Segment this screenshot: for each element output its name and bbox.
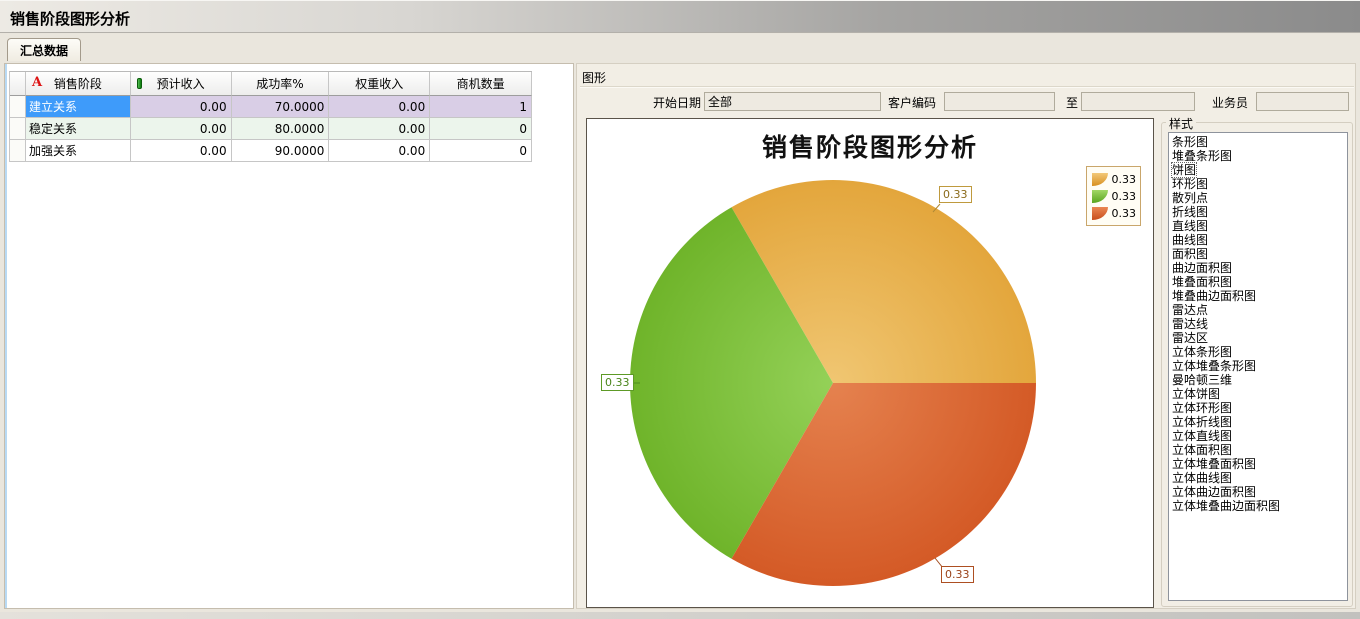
style-option[interactable]: 环形图 xyxy=(1172,177,1346,191)
legend-swatch-green-icon xyxy=(1092,190,1108,203)
style-option[interactable]: 雷达区 xyxy=(1172,331,1346,345)
chart-style-list[interactable]: 条形图 堆叠条形图 饼图 环形图 散列点 折线图 直线图 曲线图 面积图 曲边面… xyxy=(1168,132,1348,601)
legend-swatch-orange-icon xyxy=(1092,173,1108,186)
start-date-input[interactable] xyxy=(704,92,881,111)
column-header-stage[interactable]: A 销售阶段 xyxy=(26,72,131,96)
to-label: 至 xyxy=(1066,94,1078,111)
style-option[interactable]: 曼哈顿三维 xyxy=(1172,373,1346,387)
customer-code-label: 客户编码 xyxy=(888,94,936,111)
style-option[interactable]: 曲边面积图 xyxy=(1172,261,1346,275)
style-option[interactable]: 立体堆叠条形图 xyxy=(1172,359,1346,373)
expected-cell[interactable]: 0.00 xyxy=(131,118,232,140)
style-option[interactable]: 条形图 xyxy=(1172,135,1346,149)
style-option[interactable]: 立体折线图 xyxy=(1172,415,1346,429)
legend-entry: 0.33 xyxy=(1092,205,1136,222)
style-groupbox: 样式 条形图 堆叠条形图 饼图 环形图 散列点 折线图 直线图 曲线图 面积图 … xyxy=(1161,122,1353,607)
count-cell[interactable]: 0 xyxy=(430,118,532,140)
tab-strip: 汇总数据 xyxy=(0,34,1360,61)
graph-panel-caption: 图形 xyxy=(580,67,1354,87)
table-row[interactable]: 加强关系 0.00 90.0000 0.00 0 xyxy=(10,140,532,162)
style-option[interactable]: 雷达点 xyxy=(1172,303,1346,317)
tab-summary-data[interactable]: 汇总数据 xyxy=(7,38,81,61)
bottom-strip xyxy=(0,612,1360,619)
chart-legend: 0.33 0.33 0.33 xyxy=(1086,166,1141,226)
start-date-label: 开始日期 xyxy=(617,94,701,111)
legend-value: 0.33 xyxy=(1112,207,1137,220)
count-cell[interactable]: 1 xyxy=(430,96,532,118)
column-header-expected[interactable]: 预计收入 xyxy=(131,72,232,96)
style-option[interactable]: 立体曲线图 xyxy=(1172,471,1346,485)
stage-cell[interactable]: 稳定关系 xyxy=(26,118,131,140)
style-option[interactable]: 立体堆叠面积图 xyxy=(1172,457,1346,471)
row-selector-header xyxy=(10,72,26,96)
legend-value: 0.33 xyxy=(1112,173,1137,186)
customer-code-input[interactable] xyxy=(944,92,1055,111)
style-option[interactable]: 立体曲边面积图 xyxy=(1172,485,1346,499)
row-selector[interactable] xyxy=(10,118,26,140)
expected-cell[interactable]: 0.00 xyxy=(131,140,232,162)
style-option[interactable]: 立体堆叠曲边面积图 xyxy=(1172,499,1346,513)
page-title: 销售阶段图形分析 xyxy=(10,8,130,29)
style-option[interactable]: 曲线图 xyxy=(1172,233,1346,247)
style-option[interactable]: 堆叠条形图 xyxy=(1172,149,1346,163)
style-option[interactable]: 立体饼图 xyxy=(1172,387,1346,401)
style-groupbox-caption: 样式 xyxy=(1166,115,1196,132)
titlebar: 销售阶段图形分析 xyxy=(0,0,1360,33)
legend-value: 0.33 xyxy=(1112,190,1137,203)
sales-stage-table: A 销售阶段 预计收入 成功率% 权重收入 商机数量 xyxy=(9,71,532,162)
style-option[interactable]: 直线图 xyxy=(1172,219,1346,233)
chart-area: 销售阶段图形分析 xyxy=(586,118,1154,608)
column-header-count[interactable]: 商机数量 xyxy=(430,72,532,96)
style-option[interactable]: 折线图 xyxy=(1172,205,1346,219)
count-cell[interactable]: 0 xyxy=(430,140,532,162)
success-cell[interactable]: 70.0000 xyxy=(232,96,330,118)
customer-code-to-input[interactable] xyxy=(1081,92,1195,111)
style-option[interactable]: 面积图 xyxy=(1172,247,1346,261)
legend-swatch-red-icon xyxy=(1092,207,1108,220)
table-row[interactable]: 建立关系 0.00 70.0000 0.00 1 xyxy=(10,96,532,118)
success-cell[interactable]: 80.0000 xyxy=(232,118,330,140)
style-option[interactable]: 立体面积图 xyxy=(1172,443,1346,457)
column-header-label: 权重收入 xyxy=(355,75,403,92)
pie-label-green: 0.33 xyxy=(601,374,634,391)
column-header-label: 预计收入 xyxy=(157,75,205,92)
weighted-cell[interactable]: 0.00 xyxy=(329,140,430,162)
text-column-icon: A xyxy=(32,76,42,89)
column-header-label: 成功率% xyxy=(256,75,303,92)
style-option[interactable]: 立体环形图 xyxy=(1172,401,1346,415)
style-option-selected[interactable]: 饼图 xyxy=(1172,163,1196,177)
style-option[interactable]: 立体条形图 xyxy=(1172,345,1346,359)
legend-entry: 0.33 xyxy=(1092,171,1136,188)
style-option[interactable]: 散列点 xyxy=(1172,191,1346,205)
legend-entry: 0.33 xyxy=(1092,188,1136,205)
pie-label-red: 0.33 xyxy=(941,566,974,583)
filter-row: 开始日期 客户编码 至 业务员 xyxy=(577,89,1357,115)
content-area: A 销售阶段 预计收入 成功率% 权重收入 商机数量 xyxy=(0,61,1360,612)
column-header-success[interactable]: 成功率% xyxy=(232,72,330,96)
pie-label-orange: 0.33 xyxy=(939,186,972,203)
stage-cell[interactable]: 加强关系 xyxy=(26,140,131,162)
pie-chart xyxy=(587,119,1155,609)
summary-table-panel: A 销售阶段 预计收入 成功率% 权重收入 商机数量 xyxy=(4,63,574,609)
style-option[interactable]: 堆叠面积图 xyxy=(1172,275,1346,289)
style-option[interactable]: 雷达线 xyxy=(1172,317,1346,331)
success-cell[interactable]: 90.0000 xyxy=(232,140,330,162)
column-header-label: 商机数量 xyxy=(457,75,505,92)
row-selector[interactable] xyxy=(10,140,26,162)
style-option[interactable]: 立体直线图 xyxy=(1172,429,1346,443)
graph-panel: 图形 开始日期 客户编码 至 业务员 销售阶段图形分析 xyxy=(576,63,1356,609)
row-selector[interactable] xyxy=(10,96,26,118)
weighted-cell[interactable]: 0.00 xyxy=(329,96,430,118)
weighted-cell[interactable]: 0.00 xyxy=(329,118,430,140)
table-header-row: A 销售阶段 预计收入 成功率% 权重收入 商机数量 xyxy=(10,72,532,96)
style-option[interactable]: 堆叠曲边面积图 xyxy=(1172,289,1346,303)
expected-cell[interactable]: 0.00 xyxy=(131,96,232,118)
table-row[interactable]: 稳定关系 0.00 80.0000 0.00 0 xyxy=(10,118,532,140)
stage-cell[interactable]: 建立关系 xyxy=(26,96,131,118)
salesman-label: 业务员 xyxy=(1212,94,1248,111)
column-header-label: 销售阶段 xyxy=(54,75,102,92)
salesman-input[interactable] xyxy=(1256,92,1349,111)
column-header-weighted[interactable]: 权重收入 xyxy=(329,72,430,96)
numeric-column-icon xyxy=(137,78,142,89)
